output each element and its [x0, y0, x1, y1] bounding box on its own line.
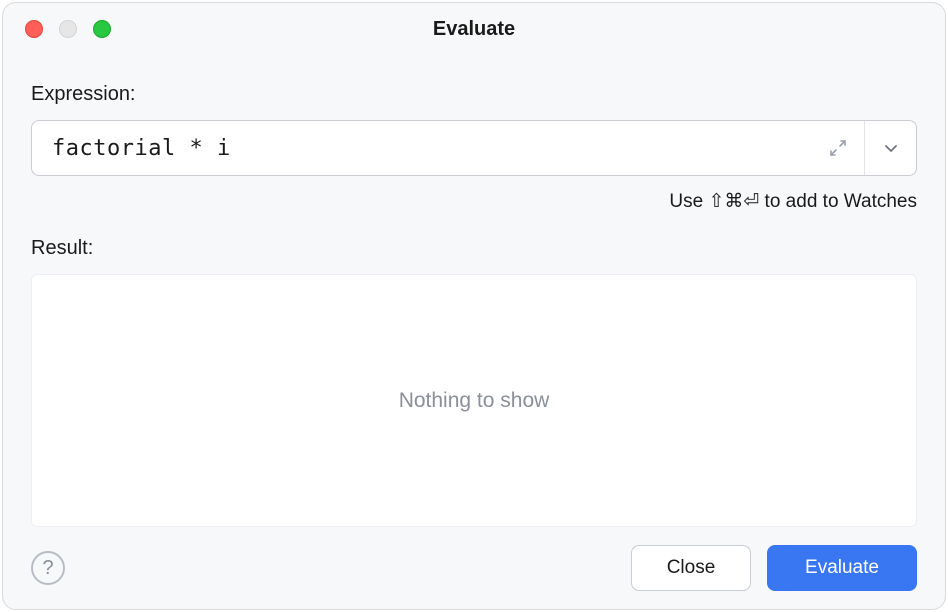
hint-shortcut: ⇧⌘⏎ — [708, 191, 759, 212]
expression-field-container — [31, 120, 917, 176]
expand-editor-button[interactable] — [812, 121, 864, 175]
hint-suffix: to add to Watches — [759, 191, 917, 212]
help-button[interactable]: ? — [31, 551, 65, 585]
window-close-button[interactable] — [25, 20, 43, 38]
titlebar: Evaluate — [3, 3, 945, 55]
expression-label: Expression: — [31, 83, 917, 106]
result-placeholder: Nothing to show — [399, 389, 550, 413]
traffic-lights — [25, 20, 111, 38]
evaluate-button[interactable]: Evaluate — [767, 545, 917, 591]
history-dropdown-button[interactable] — [864, 121, 916, 175]
help-icon: ? — [42, 557, 53, 580]
window-zoom-button[interactable] — [93, 20, 111, 38]
watches-hint: Use ⇧⌘⏎ to add to Watches — [31, 190, 917, 213]
window-title: Evaluate — [433, 18, 515, 41]
evaluate-dialog: Evaluate Expression: Use ⇧⌘⏎ to add to W… — [2, 2, 946, 610]
content-area: Expression: Use ⇧⌘⏎ to add to Watches Re… — [3, 55, 945, 527]
result-label: Result: — [31, 237, 917, 260]
chevron-down-icon — [882, 139, 900, 157]
result-panel: Nothing to show — [31, 274, 917, 527]
dialog-footer: ? Close Evaluate — [3, 527, 945, 609]
expand-icon — [828, 138, 848, 158]
window-minimize-button[interactable] — [59, 20, 77, 38]
expression-input[interactable] — [32, 121, 812, 175]
hint-prefix: Use — [669, 191, 708, 212]
close-button[interactable]: Close — [631, 545, 751, 591]
